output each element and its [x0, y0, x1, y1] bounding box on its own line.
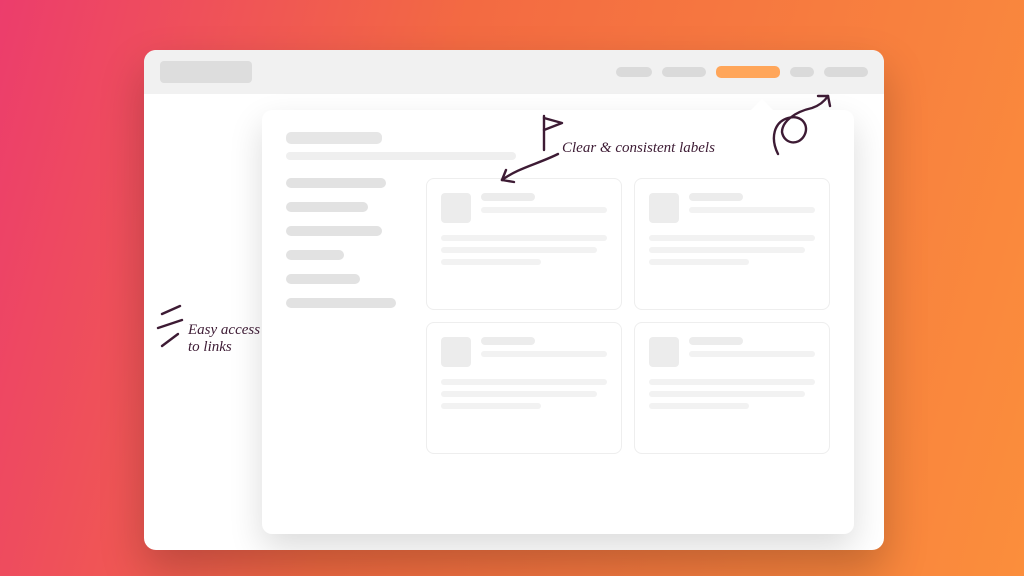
sidebar-link-placeholder[interactable]	[286, 202, 368, 212]
card-subtitle-placeholder	[481, 207, 607, 213]
mega-menu-panel	[262, 110, 854, 534]
menu-subtitle-placeholder	[286, 152, 516, 160]
menu-card[interactable]	[634, 178, 830, 310]
sidebar-link-placeholder[interactable]	[286, 274, 360, 284]
menu-header	[286, 132, 830, 160]
sidebar-link-placeholder[interactable]	[286, 178, 386, 188]
card-subtitle-placeholder	[689, 207, 815, 213]
card-line-placeholder	[649, 379, 815, 385]
card-line-placeholder	[649, 235, 815, 241]
card-thumb-placeholder	[441, 193, 471, 223]
card-subtitle-placeholder	[689, 351, 815, 357]
sidebar-link-placeholder[interactable]	[286, 250, 344, 260]
browser-window	[144, 50, 884, 550]
menu-card[interactable]	[426, 322, 622, 454]
card-line-placeholder	[441, 403, 541, 409]
card-line-placeholder	[649, 391, 805, 397]
nav-item[interactable]	[662, 67, 706, 77]
card-line-placeholder	[649, 259, 749, 265]
sidebar-link-placeholder[interactable]	[286, 298, 396, 308]
logo-placeholder	[160, 61, 252, 83]
card-line-placeholder	[441, 391, 597, 397]
card-line-placeholder	[649, 403, 749, 409]
nav-item[interactable]	[616, 67, 652, 77]
card-title-placeholder	[481, 337, 535, 345]
card-title-placeholder	[689, 337, 743, 345]
card-line-placeholder	[441, 235, 607, 241]
menu-caret-icon	[750, 99, 774, 111]
card-thumb-placeholder	[441, 337, 471, 367]
card-subtitle-placeholder	[481, 351, 607, 357]
card-title-placeholder	[481, 193, 535, 201]
card-title-placeholder	[689, 193, 743, 201]
card-line-placeholder	[441, 247, 597, 253]
nav-item[interactable]	[790, 67, 814, 77]
browser-topbar	[144, 50, 884, 94]
nav-bar	[616, 66, 868, 78]
nav-item[interactable]	[824, 67, 868, 77]
menu-sidebar-links	[286, 178, 406, 454]
menu-card[interactable]	[426, 178, 622, 310]
card-line-placeholder	[649, 247, 805, 253]
card-thumb-placeholder	[649, 337, 679, 367]
card-thumb-placeholder	[649, 193, 679, 223]
card-line-placeholder	[441, 379, 607, 385]
menu-title-placeholder	[286, 132, 382, 144]
nav-item-active[interactable]	[716, 66, 780, 78]
card-line-placeholder	[441, 259, 541, 265]
menu-card[interactable]	[634, 322, 830, 454]
sidebar-link-placeholder[interactable]	[286, 226, 382, 236]
menu-cards-grid	[426, 178, 830, 454]
